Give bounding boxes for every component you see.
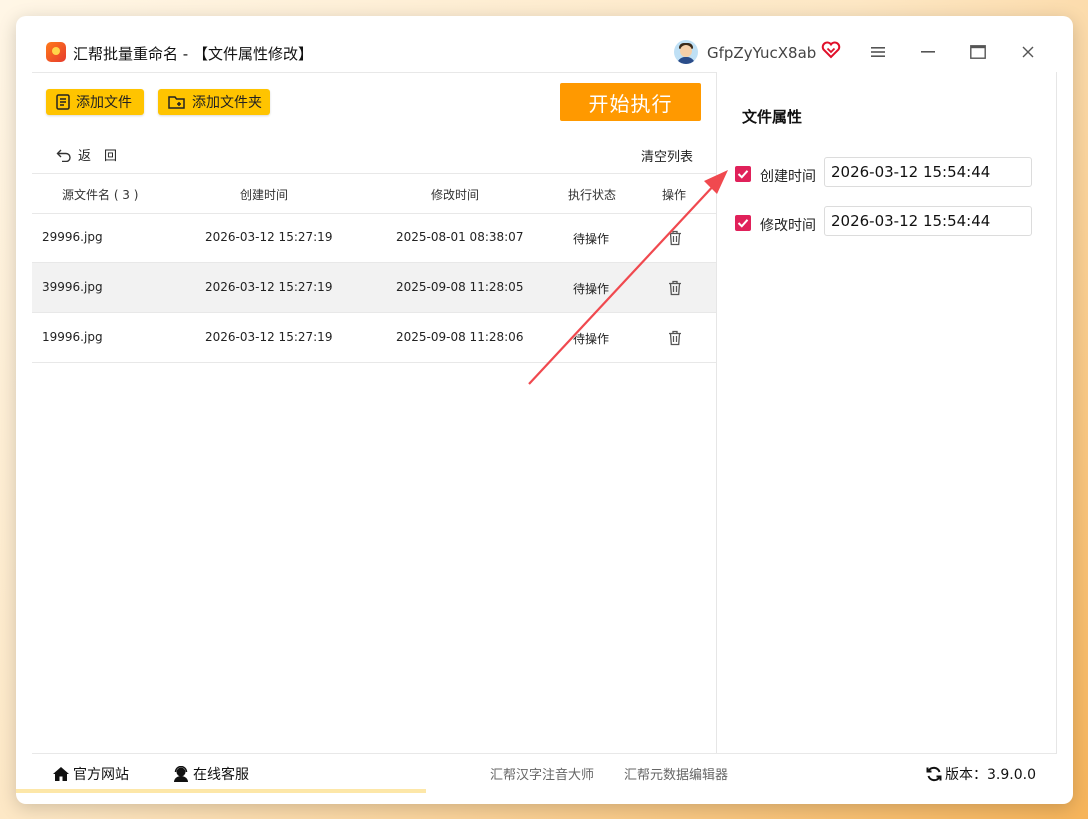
add-folder-label: 添加文件夹 bbox=[192, 95, 262, 111]
cell-status: 待操作 bbox=[573, 232, 610, 246]
support-agent-icon bbox=[174, 766, 188, 782]
modified-time-label: 修改时间 bbox=[760, 218, 816, 234]
close-button[interactable] bbox=[1016, 40, 1040, 64]
maximize-button[interactable] bbox=[966, 40, 990, 64]
start-button[interactable]: 开始执行 bbox=[560, 83, 701, 121]
created-time-input[interactable] bbox=[824, 157, 1032, 187]
cell-modified: 2025-09-08 11:28:05 bbox=[396, 280, 524, 294]
add-file-button[interactable]: 添加文件 bbox=[46, 89, 144, 115]
table-row[interactable]: 29996.jpg 2026-03-12 15:27:19 2025-08-01… bbox=[32, 213, 716, 263]
divider bbox=[32, 72, 716, 73]
back-button[interactable]: 返 回 bbox=[56, 145, 117, 164]
title-bar: 汇帮批量重命名 - 【文件属性修改】 GfpZyYucX8ab bbox=[16, 16, 1073, 72]
table-row[interactable]: 19996.jpg 2026-03-12 15:27:19 2025-09-08… bbox=[32, 313, 716, 363]
close-icon bbox=[1022, 46, 1034, 58]
folder-add-icon bbox=[168, 96, 185, 109]
minimize-button[interactable] bbox=[916, 40, 940, 64]
user-avatar[interactable] bbox=[674, 40, 698, 64]
vip-heart-icon[interactable] bbox=[821, 40, 841, 60]
table-header: 源文件名 ( 3 ) 创建时间 修改时间 执行状态 操作 bbox=[32, 173, 716, 214]
trash-icon[interactable] bbox=[668, 230, 682, 246]
cell-created: 2026-03-12 15:27:19 bbox=[205, 280, 333, 294]
footer-link-metadata[interactable]: 汇帮元数据编辑器 bbox=[624, 764, 728, 783]
refresh-icon bbox=[926, 766, 942, 782]
cell-status: 待操作 bbox=[573, 332, 610, 346]
created-time-label: 创建时间 bbox=[760, 169, 816, 185]
cell-modified: 2025-08-01 08:38:07 bbox=[396, 230, 524, 244]
modified-time-checkbox[interactable] bbox=[735, 215, 751, 231]
header-name: 源文件名 ( 3 ) bbox=[62, 188, 139, 202]
cell-name: 39996.jpg bbox=[42, 280, 103, 294]
trash-icon[interactable] bbox=[668, 330, 682, 346]
table-row[interactable]: 39996.jpg 2026-03-12 15:27:19 2025-09-08… bbox=[32, 263, 716, 313]
header-modified: 修改时间 bbox=[431, 188, 480, 202]
official-website-link[interactable]: 官方网站 bbox=[52, 764, 129, 784]
menu-button[interactable] bbox=[866, 40, 890, 64]
online-support-link[interactable]: 在线客服 bbox=[172, 764, 249, 784]
app-logo-icon bbox=[46, 42, 66, 62]
panel-title: 文件属性 bbox=[742, 108, 803, 126]
progress-strip bbox=[16, 789, 426, 793]
back-arrow-icon bbox=[56, 149, 71, 162]
hamburger-icon bbox=[871, 47, 885, 57]
username[interactable]: GfpZyYucX8ab bbox=[707, 44, 816, 62]
cell-created: 2026-03-12 15:27:19 bbox=[205, 230, 333, 244]
version-label: 版本：3.9.0.0 bbox=[945, 767, 1036, 783]
maximize-icon bbox=[970, 45, 986, 59]
home-icon bbox=[53, 767, 69, 781]
version-info[interactable]: 版本：3.9.0.0 bbox=[926, 764, 1036, 784]
footer-link-pinyin[interactable]: 汇帮汉字注音大师 bbox=[490, 764, 594, 783]
header-action: 操作 bbox=[662, 188, 687, 202]
cell-name: 19996.jpg bbox=[42, 330, 103, 344]
official-website-label: 官方网站 bbox=[73, 767, 129, 783]
app-window: 汇帮批量重命名 - 【文件属性修改】 GfpZyYucX8ab 添加文件 添加文… bbox=[16, 16, 1073, 804]
modified-time-input[interactable] bbox=[824, 206, 1032, 236]
file-icon bbox=[56, 94, 70, 110]
back-label: 返 回 bbox=[78, 149, 118, 164]
header-created: 创建时间 bbox=[240, 188, 289, 202]
online-support-label: 在线客服 bbox=[193, 767, 249, 783]
created-time-checkbox[interactable] bbox=[735, 166, 751, 182]
add-folder-button[interactable]: 添加文件夹 bbox=[158, 89, 270, 115]
cell-status: 待操作 bbox=[573, 282, 610, 296]
add-file-label: 添加文件 bbox=[76, 95, 132, 111]
app-title: 汇帮批量重命名 - 【文件属性修改】 bbox=[73, 45, 313, 63]
cell-modified: 2025-09-08 11:28:06 bbox=[396, 330, 524, 344]
footer: 官方网站 在线客服 汇帮汉字注音大师 汇帮元数据编辑器 版本：3.9.0.0 bbox=[32, 753, 1055, 790]
minimize-icon bbox=[921, 51, 935, 53]
header-status: 执行状态 bbox=[568, 188, 617, 202]
file-attributes-panel: 文件属性 创建时间 修改时间 bbox=[716, 72, 1057, 754]
check-icon bbox=[737, 170, 749, 179]
clear-list-button[interactable]: 清空列表 bbox=[641, 146, 693, 165]
cell-created: 2026-03-12 15:27:19 bbox=[205, 330, 333, 344]
cell-name: 29996.jpg bbox=[42, 230, 103, 244]
check-icon bbox=[737, 219, 749, 228]
trash-icon[interactable] bbox=[668, 280, 682, 296]
